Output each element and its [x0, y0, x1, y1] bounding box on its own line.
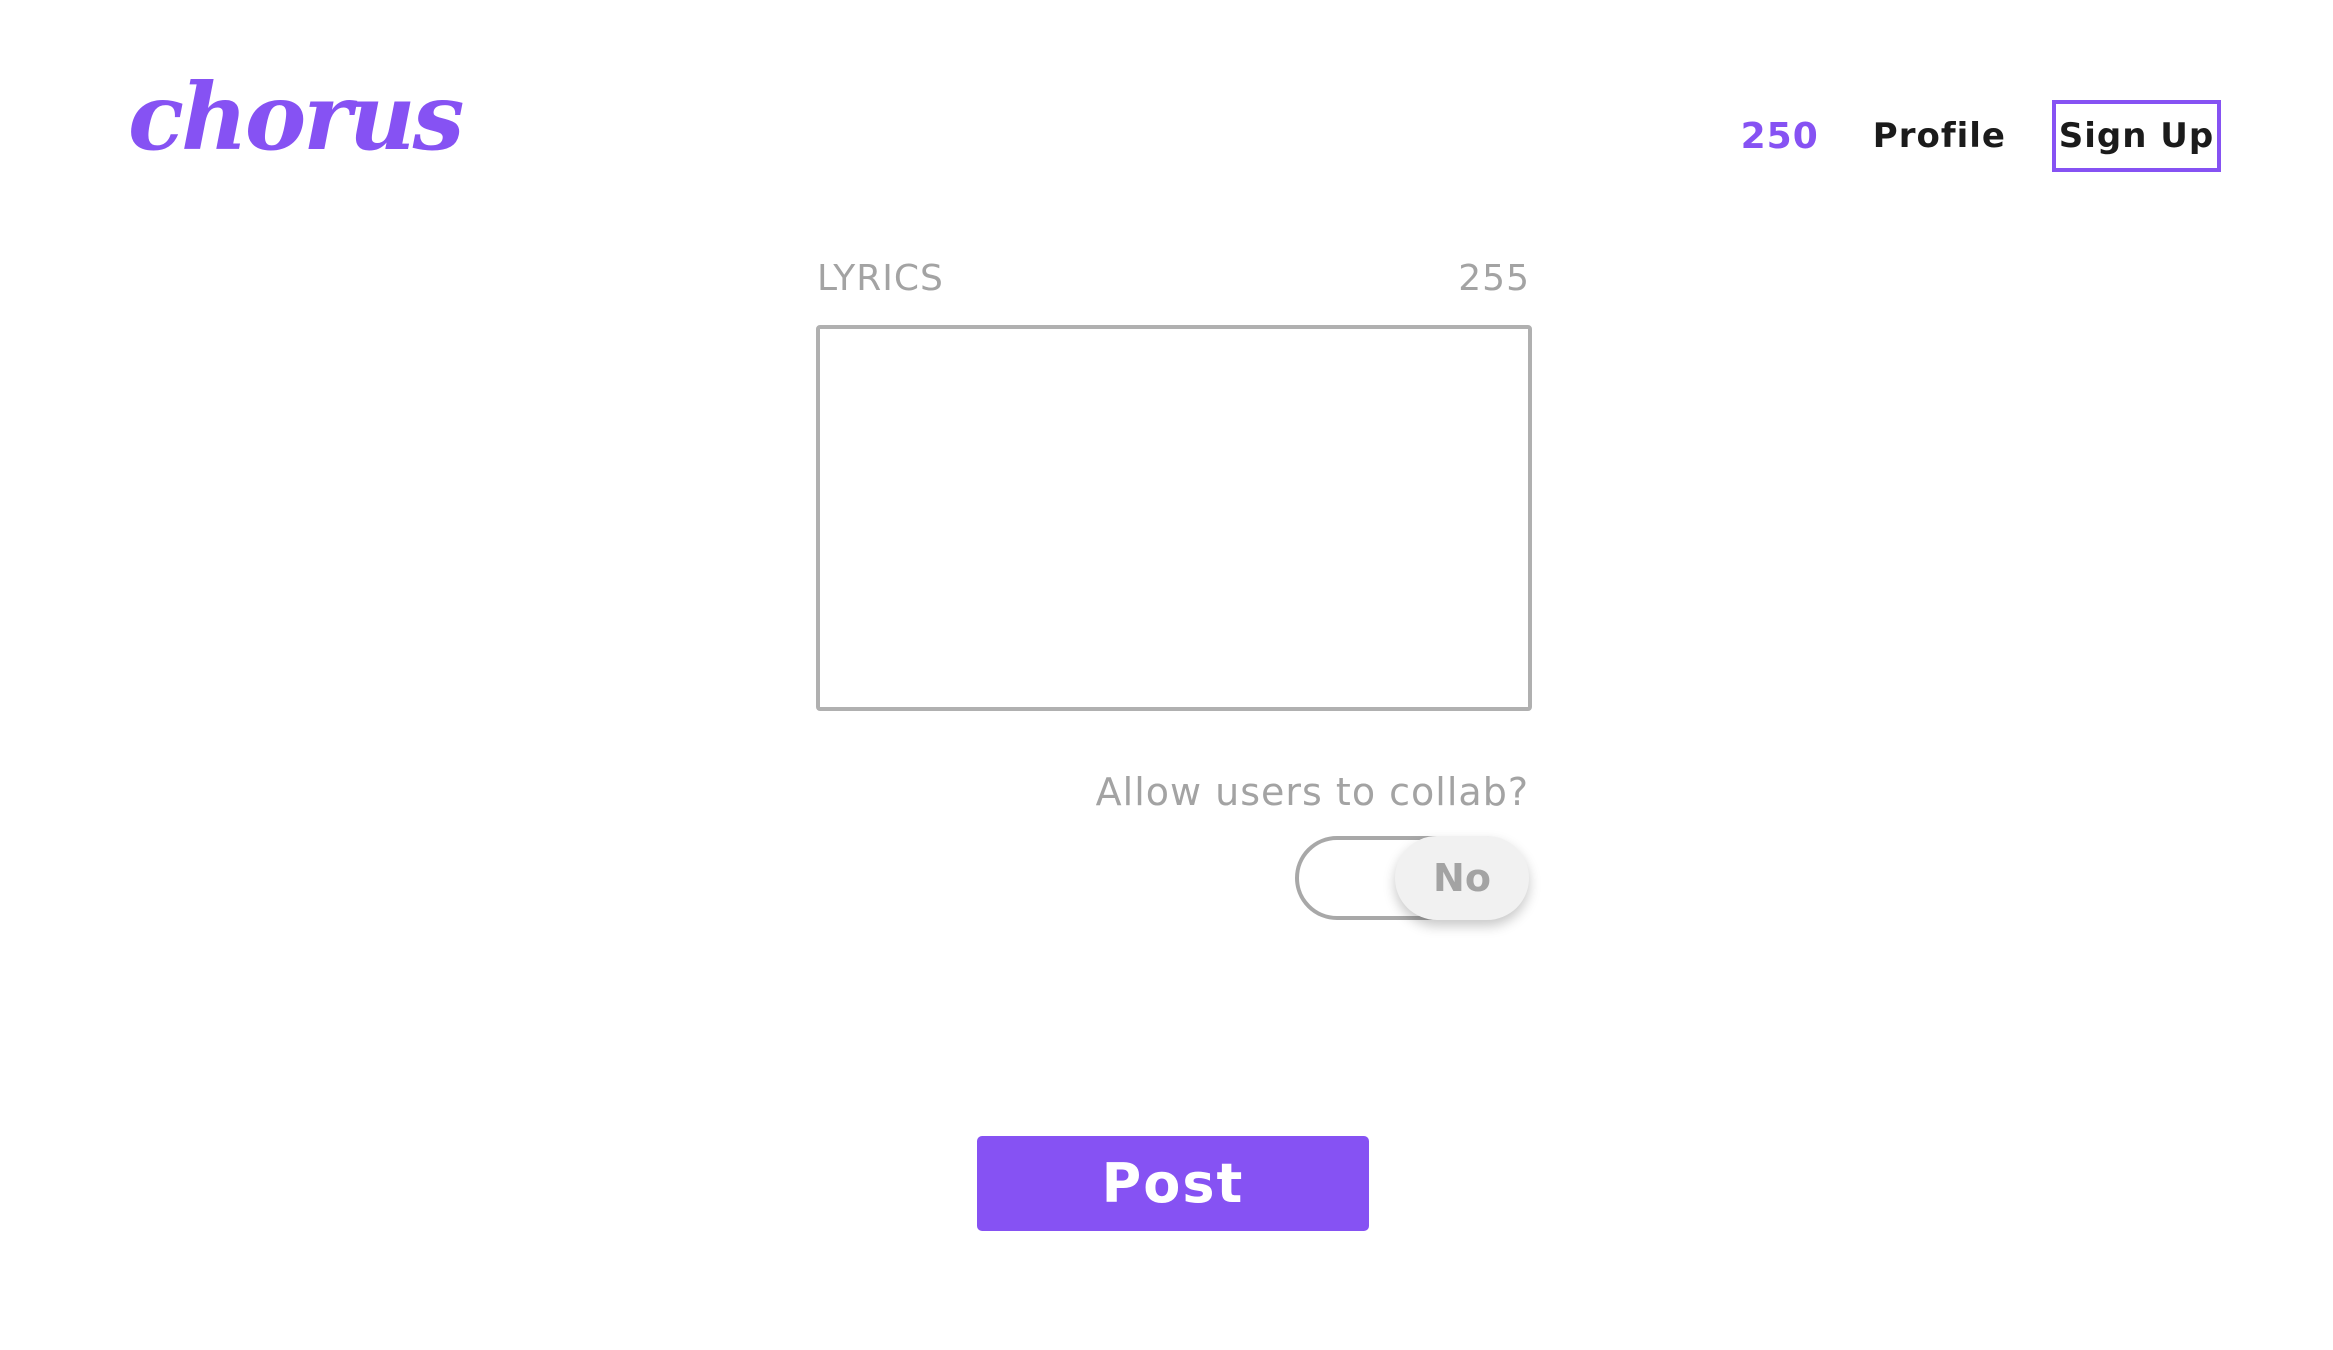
- points-counter: 250: [1740, 115, 1819, 157]
- lyrics-label: LYRICS: [817, 258, 944, 299]
- post-button[interactable]: Post: [977, 1136, 1369, 1231]
- profile-link[interactable]: Profile: [1873, 116, 2006, 156]
- lyrics-textarea[interactable]: [816, 325, 1532, 711]
- page: chorus 250 Profile Sign Up LYRICS 255 Al…: [0, 0, 2333, 1350]
- collab-question: Allow users to collab?: [1095, 770, 1529, 814]
- lyrics-char-count: 255: [1458, 258, 1530, 299]
- collab-toggle-knob[interactable]: No: [1395, 836, 1529, 920]
- lyrics-header: LYRICS 255: [817, 258, 1530, 299]
- top-nav: 250 Profile Sign Up: [1741, 99, 2221, 173]
- chorus-logo[interactable]: chorus: [128, 62, 464, 172]
- collab-toggle[interactable]: No: [1295, 836, 1529, 920]
- signup-button[interactable]: Sign Up: [2052, 100, 2221, 172]
